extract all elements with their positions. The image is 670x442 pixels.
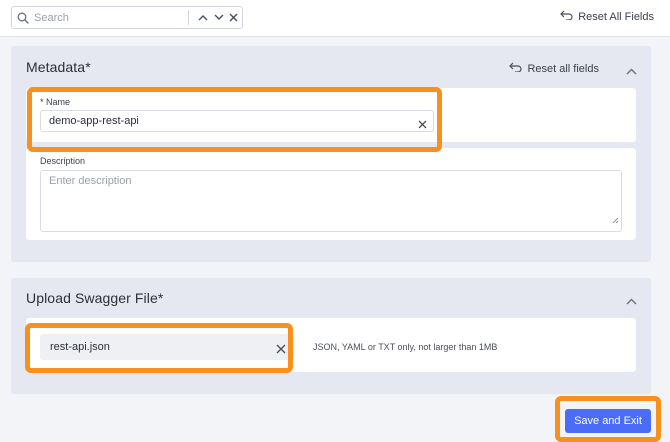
reset-metadata-fields-button[interactable]: Reset all fields xyxy=(509,62,599,75)
metadata-title: Metadata* xyxy=(26,59,91,75)
close-icon xyxy=(418,120,427,129)
toolbar-divider xyxy=(0,36,670,37)
uploaded-file-chip: rest-api.json xyxy=(40,334,294,360)
reset-all-fields-button[interactable]: Reset All Fields xyxy=(560,10,654,23)
name-field[interactable] xyxy=(40,110,434,132)
chevron-up-icon xyxy=(198,15,208,21)
reset-all-fields-label: Reset All Fields xyxy=(578,10,654,23)
collapse-metadata-button[interactable] xyxy=(626,62,637,80)
close-icon xyxy=(276,344,286,354)
clear-search-button[interactable] xyxy=(226,10,240,25)
search-icon xyxy=(17,11,29,29)
close-icon xyxy=(229,13,237,22)
collapse-upload-button[interactable] xyxy=(626,292,637,310)
file-requirements-hint: JSON, YAML or TXT only, not larger than … xyxy=(313,342,498,352)
top-toolbar: Reset All Fields xyxy=(0,0,670,36)
name-input[interactable] xyxy=(49,113,409,129)
name-field-card: * Name xyxy=(26,88,636,142)
next-result-button[interactable] xyxy=(212,10,226,25)
upload-swagger-panel: Upload Swagger File* rest-api.json JSON,… xyxy=(11,278,651,394)
chevron-up-icon xyxy=(626,298,637,305)
remove-file-button[interactable] xyxy=(276,341,286,359)
reset-fields-label: Reset all fields xyxy=(527,62,599,75)
name-label: * Name xyxy=(40,97,71,107)
description-label: Description xyxy=(40,156,86,166)
chevron-down-icon xyxy=(214,14,224,20)
search-input[interactable] xyxy=(34,9,184,26)
undo-icon xyxy=(509,62,522,75)
search-divider xyxy=(188,10,189,25)
description-field-card: Description xyxy=(26,148,636,240)
uploaded-file-name: rest-api.json xyxy=(50,341,110,353)
metadata-panel: Metadata* Reset all fields * Name Descri… xyxy=(11,46,651,262)
previous-result-button[interactable] xyxy=(196,10,210,25)
clear-name-button[interactable] xyxy=(418,116,427,134)
undo-icon xyxy=(560,10,573,23)
save-and-exit-button[interactable]: Save and Exit xyxy=(565,409,651,433)
chevron-up-icon xyxy=(626,68,637,75)
search-box[interactable] xyxy=(11,6,243,29)
description-input[interactable] xyxy=(49,175,609,225)
resize-grip-icon[interactable] xyxy=(612,211,619,229)
upload-title: Upload Swagger File* xyxy=(26,290,164,306)
description-field[interactable] xyxy=(40,170,622,232)
upload-card: rest-api.json JSON, YAML or TXT only, no… xyxy=(26,318,636,372)
